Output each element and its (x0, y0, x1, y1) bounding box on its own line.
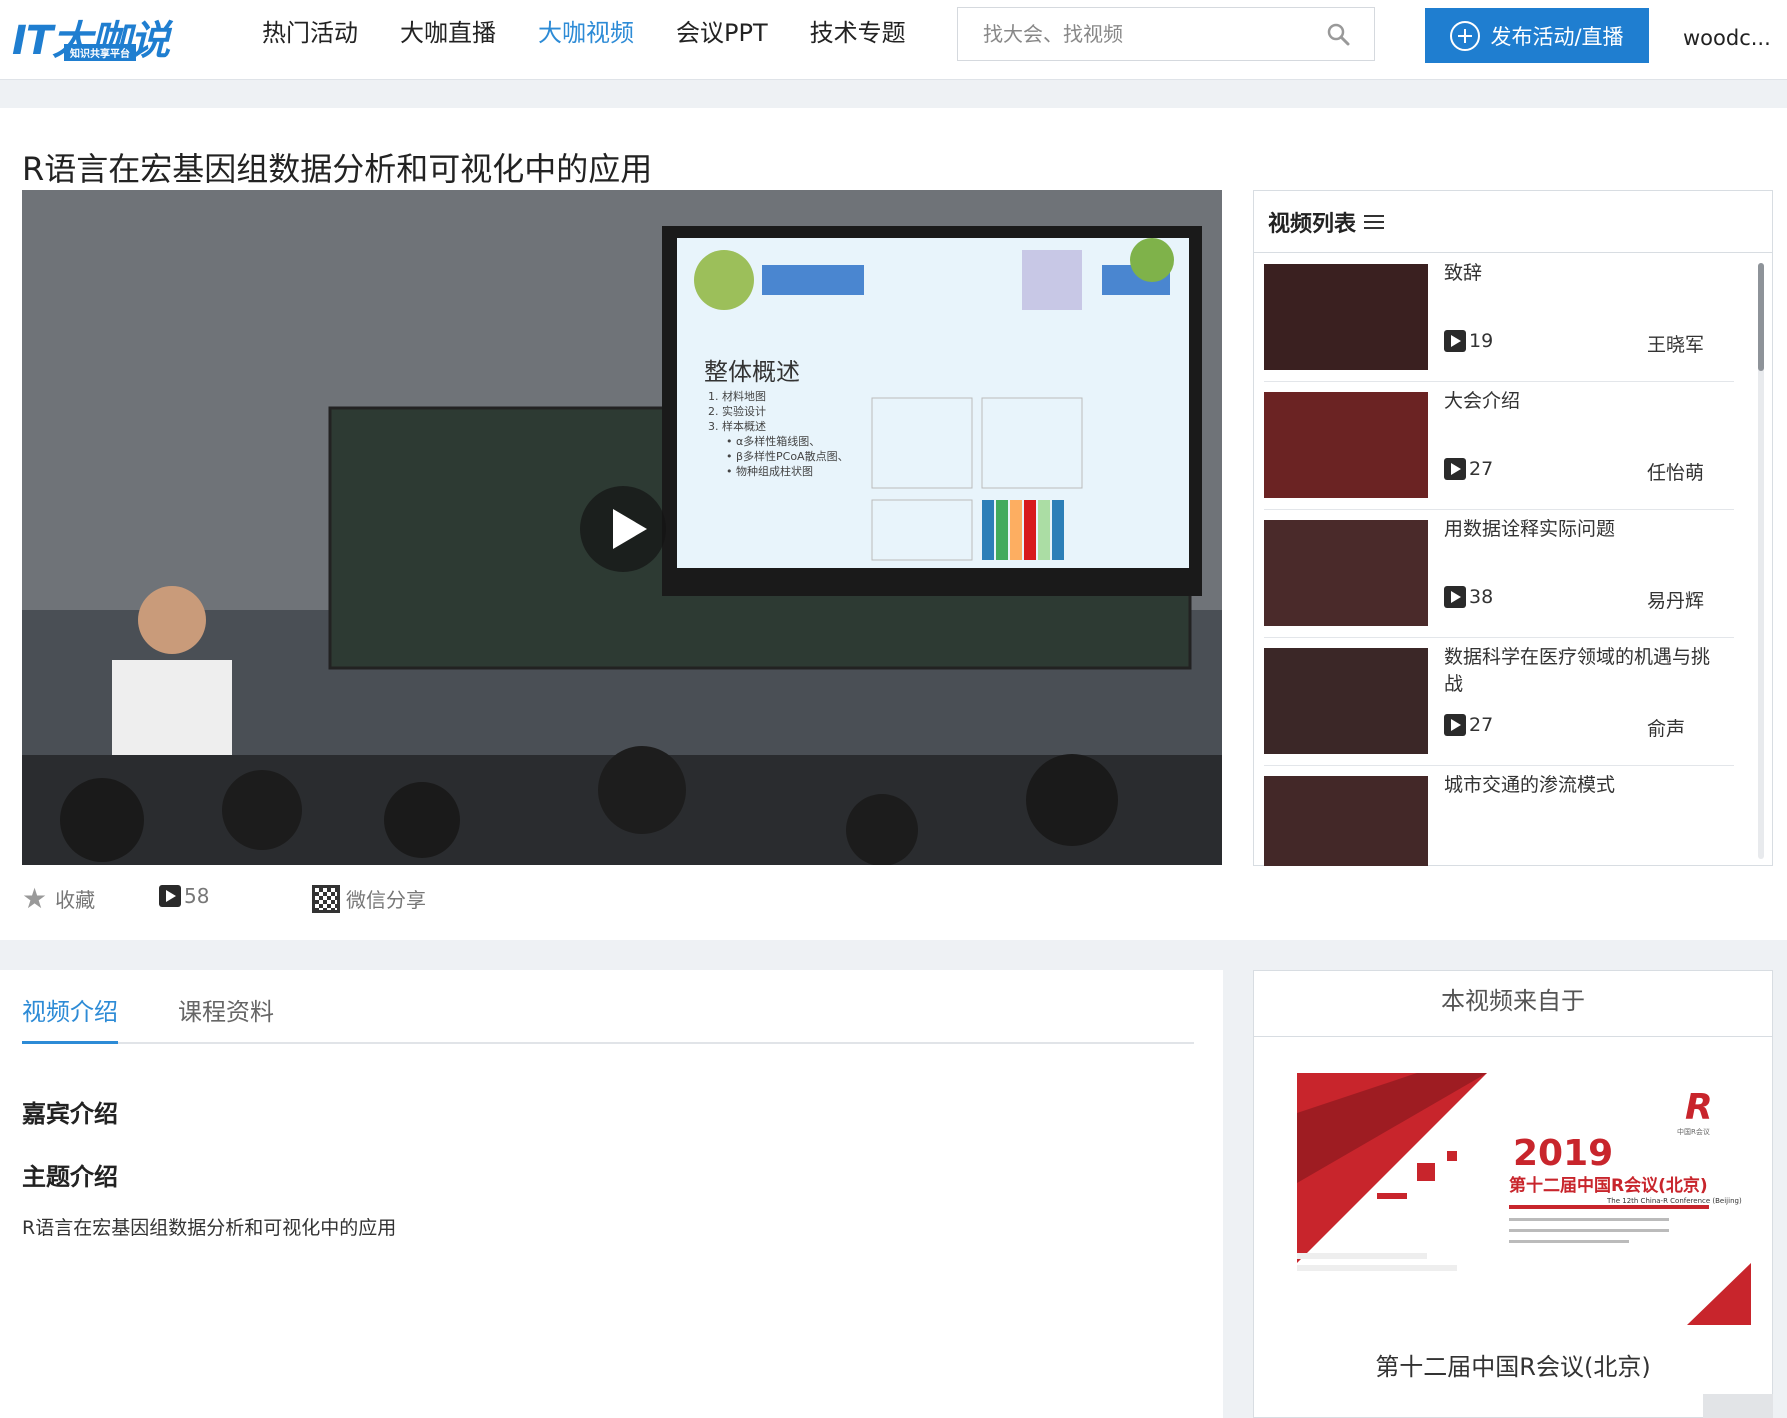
play-count-icon (1444, 586, 1466, 608)
site-logo[interactable]: IT大咖说 知识共享平台 (12, 8, 202, 64)
video-thumbnail (1264, 392, 1428, 498)
nav-live[interactable]: 大咖直播 (400, 0, 496, 66)
video-item-title: 大会介绍 (1444, 390, 1521, 412)
list-icon (1364, 214, 1385, 230)
slide-heading: 整体概述 (704, 358, 800, 386)
nav-hot-events[interactable]: 热门活动 (262, 0, 358, 66)
list-item[interactable]: 用数据诠释实际问题 38 易丹辉 (1264, 510, 1734, 638)
video-section: R语言在宏基因组数据分析和可视化中的应用 整体概述 1. 材料地图 2. 实验设计… (0, 108, 1787, 940)
video-list-scrollbar[interactable] (1758, 263, 1764, 859)
slide-point: 2. 实验设计 (708, 404, 766, 418)
source-panel: 本视频来自于 R 中国R会议 2019 第十二届中国R会议(北京) The 12… (1253, 970, 1773, 1418)
video-thumbnail (1264, 520, 1428, 626)
video-item-title: 用数据诠释实际问题 (1444, 518, 1616, 540)
search-input[interactable] (958, 8, 1318, 60)
topic-text: R语言在宏基因组数据分析和可视化中的应用 (22, 1217, 397, 1239)
play-count-icon (1444, 458, 1466, 480)
scrollbar-thumb[interactable] (1758, 263, 1764, 371)
page-title: R语言在宏基因组数据分析和可视化中的应用 (22, 150, 653, 188)
video-item-title: 城市交通的渗流模式 (1444, 774, 1616, 796)
video-list-panel: 视频列表 致辞 19 王晓军 大会介绍 27 任怡萌 用数据诠释实际问题 38 (1253, 190, 1773, 866)
video-item-speaker: 任怡萌 (1647, 462, 1705, 484)
slide-point: • α多样性箱线图、 (726, 434, 820, 448)
poster-logo-caption: 中国R会议 (1677, 1128, 1710, 1136)
list-item[interactable]: 致辞 19 王晓军 (1264, 254, 1734, 382)
video-player[interactable]: 整体概述 1. 材料地图 2. 实验设计 3. 样本概述 • α多样性箱线图、 • β多… (22, 190, 1222, 865)
slide-point: • 物种组成柱状图 (726, 464, 813, 478)
video-item-speaker: 易丹辉 (1647, 590, 1705, 612)
video-item-title: 数据科学在医疗领域的机遇与挑战 (1444, 646, 1711, 695)
star-icon: ★ (22, 881, 48, 915)
guest-heading: 嘉宾介绍 (22, 1100, 118, 1128)
list-item[interactable]: 城市交通的渗流模式 (1264, 766, 1734, 866)
source-conference-name[interactable]: 第十二届中国R会议(北京) (1254, 1347, 1772, 1382)
topic-heading: 主题介绍 (22, 1163, 118, 1191)
logo-tagline: 知识共享平台 (64, 44, 136, 61)
video-thumbnail (1264, 776, 1428, 866)
main-nav: 热门活动 大咖直播 大咖视频 会议PPT 技术专题 (262, 0, 948, 66)
video-thumbnail (1264, 264, 1428, 370)
intro-tabs: 视频介绍 课程资料 (22, 980, 1194, 1044)
poster-english-title: The 12th China-R Conference (Beijing) (1607, 1197, 1742, 1205)
slide-point: 3. 样本概述 (708, 419, 766, 433)
video-thumbnail (1264, 648, 1428, 754)
tab-video-intro[interactable]: 视频介绍 (22, 992, 118, 1044)
list-item[interactable]: 大会介绍 27 任怡萌 (1264, 382, 1734, 510)
back-to-top-button[interactable] (1703, 1394, 1773, 1418)
slide-point: 1. 材料地图 (708, 389, 766, 403)
user-menu[interactable]: woodc... (1683, 26, 1771, 50)
poster-r-logo: R (1685, 1087, 1713, 1128)
top-header: IT大咖说 知识共享平台 热门活动 大咖直播 大咖视频 会议PPT 技术专题 发… (0, 0, 1787, 80)
wechat-share-button[interactable]: 微信分享 (312, 884, 426, 913)
play-count-value: 58 (184, 884, 210, 908)
favorite-button[interactable]: ★ 收藏 (22, 884, 95, 913)
share-label: 微信分享 (346, 888, 426, 912)
play-icon[interactable] (580, 486, 666, 572)
video-list-title: 视频列表 (1268, 211, 1357, 237)
conference-poster[interactable]: R 中国R会议 2019 第十二届中国R会议(北京) The 12th Chin… (1297, 1073, 1751, 1325)
video-item-count: 38 (1444, 586, 1493, 608)
video-item-count: 27 (1444, 714, 1493, 736)
poster-year: 2019 (1513, 1133, 1614, 1174)
search-icon[interactable] (1326, 22, 1350, 46)
poster-title: 第十二届中国R会议(北京) (1509, 1176, 1708, 1196)
search-box (957, 7, 1375, 61)
video-item-speaker: 俞声 (1647, 718, 1686, 740)
publish-label: 发布活动/直播 (1490, 24, 1624, 49)
video-item-speaker: 王晓军 (1647, 334, 1705, 356)
video-item-count: 19 (1444, 330, 1493, 352)
video-item-count-value: 19 (1469, 330, 1494, 352)
video-item-count-value: 27 (1469, 714, 1494, 736)
play-count: 58 (159, 884, 209, 908)
qr-code-icon (312, 884, 340, 913)
video-item-count: 27 (1444, 458, 1493, 480)
plus-circle-icon (1450, 20, 1481, 51)
list-item[interactable]: 数据科学在医疗领域的机遇与挑战 27 俞声 (1264, 638, 1734, 766)
play-count-icon (159, 885, 181, 907)
publish-event-button[interactable]: 发布活动/直播 (1425, 8, 1649, 63)
nav-topics[interactable]: 技术专题 (810, 0, 906, 66)
video-list: 致辞 19 王晓军 大会介绍 27 任怡萌 用数据诠释实际问题 38 易丹辉 数… (1254, 254, 1772, 866)
play-count-icon (1444, 714, 1466, 736)
video-intro-panel: 视频介绍 课程资料 嘉宾介绍 主题介绍 R语言在宏基因组数据分析和可视化中的应用 (0, 970, 1223, 1418)
video-actions: ★ 收藏 58 微信分享 (22, 884, 622, 918)
video-item-title: 致辞 (1444, 262, 1483, 284)
favorite-label: 收藏 (55, 888, 96, 912)
video-item-count-value: 38 (1469, 586, 1494, 608)
slide-point: • β多样性PCoA散点图、 (726, 449, 849, 463)
video-item-count-value: 27 (1469, 458, 1494, 480)
source-heading: 本视频来自于 (1254, 971, 1772, 1037)
video-list-header: 视频列表 (1254, 191, 1772, 253)
tab-course-materials[interactable]: 课程资料 (178, 992, 274, 1041)
nav-videos[interactable]: 大咖视频 (538, 0, 634, 66)
nav-ppt[interactable]: 会议PPT (676, 0, 768, 66)
play-count-icon (1444, 330, 1466, 352)
